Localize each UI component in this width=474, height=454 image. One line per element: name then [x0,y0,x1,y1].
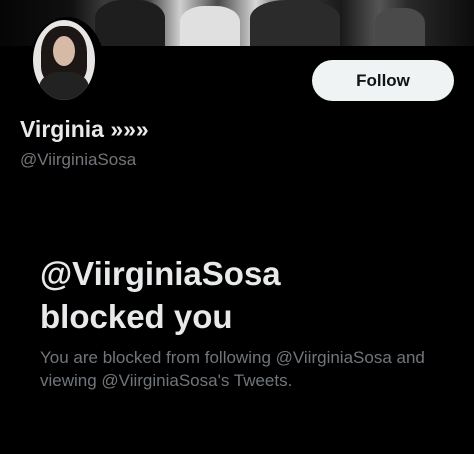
blocked-title-text: blocked you [40,298,233,335]
banner-figure [375,8,425,46]
blocked-description: You are blocked from following @Viirgini… [40,348,425,390]
blocked-title: @ViirginiaSosa blocked you [40,252,440,338]
blocked-title-handle: @ViirginiaSosa [40,255,281,292]
profile-handle: @ViirginiaSosa [20,150,137,169]
profile-display-name: Virginia »»» [20,116,149,142]
avatar-face [53,36,75,66]
avatar-coat [39,72,89,100]
banner-figure [250,0,340,46]
banner-figure [95,0,165,46]
profile-avatar[interactable] [30,17,104,109]
banner-figure [180,6,240,46]
follow-button[interactable]: Follow [312,60,454,101]
avatar-photo [33,20,95,100]
